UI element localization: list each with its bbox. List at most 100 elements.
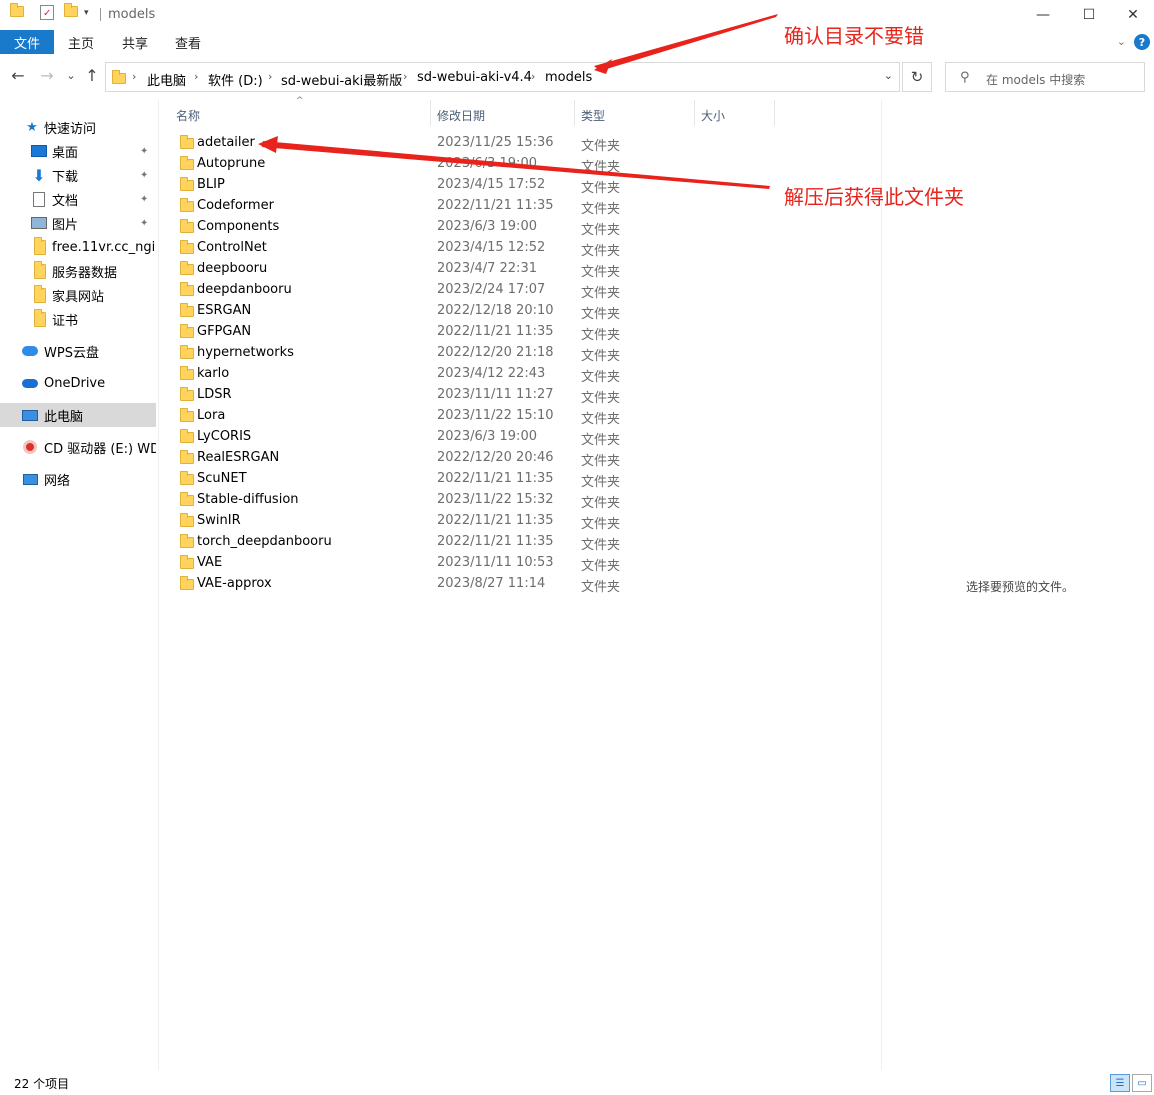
file-name: RealESRGAN (197, 450, 280, 465)
file-name: SwinIR (197, 513, 241, 528)
help-icon[interactable]: ? (1134, 34, 1150, 50)
sidebar-item-documents[interactable]: 文档 ✦ (0, 187, 156, 211)
table-row[interactable]: deepdanbooru 2023/2/24 17:07 文件夹 (170, 280, 870, 301)
title-bar: ✓ ▾ models — ☐ ✕ (0, 0, 1154, 30)
table-row[interactable]: SwinIR 2022/11/21 11:35 文件夹 (170, 511, 870, 532)
maximize-button[interactable]: ☐ (1066, 0, 1112, 30)
tab-home[interactable]: 主页 (68, 30, 94, 54)
breadcrumb-separator[interactable]: › (403, 70, 407, 83)
search-input[interactable]: 在 models 中搜索 (986, 71, 1085, 88)
file-date: 2023/4/12 22:43 (437, 366, 546, 381)
tab-view[interactable]: 查看 (175, 30, 201, 54)
breadcrumb-separator[interactable]: › (194, 70, 198, 83)
file-type: 文件夹 (581, 580, 621, 595)
sidebar-item-downloads[interactable]: ⬇ 下载 ✦ (0, 163, 156, 187)
table-row[interactable]: Autoprune 2023/6/3 19:00 文件夹 (170, 154, 870, 175)
file-name: adetailer (197, 135, 255, 150)
file-name: GFPGAN (197, 324, 252, 339)
tab-file[interactable]: 文件 (0, 30, 54, 54)
column-header-type[interactable]: 类型 (581, 104, 605, 126)
recent-locations-button[interactable]: ⌄ (61, 69, 81, 82)
sidebar-item-folder-server-data[interactable]: 服务器数据 (0, 259, 156, 283)
file-type: 文件夹 (581, 559, 621, 574)
up-button[interactable]: ↑ (82, 66, 102, 85)
sidebar-item-network[interactable]: 网络 (0, 467, 156, 491)
sidebar-item-folder-furniture-site[interactable]: 家具网站 (0, 283, 156, 307)
pin-icon: ✦ (140, 217, 149, 229)
column-header-name[interactable]: 名称 (176, 104, 200, 126)
folder-icon (32, 260, 48, 279)
back-button[interactable]: ← (8, 66, 28, 85)
file-type: 文件夹 (581, 454, 621, 469)
breadcrumb-separator[interactable]: › (132, 70, 136, 83)
preview-divider[interactable] (881, 100, 882, 1070)
table-row[interactable]: RealESRGAN 2022/12/20 20:46 文件夹 (170, 448, 870, 469)
table-row[interactable]: adetailer 2023/11/25 15:36 文件夹 (170, 133, 870, 154)
refresh-button[interactable]: ↻ (902, 62, 932, 92)
forward-button[interactable]: → (37, 66, 57, 85)
file-name: VAE-approx (197, 576, 272, 591)
table-row[interactable]: Lora 2023/11/22 15:10 文件夹 (170, 406, 870, 427)
sidebar-item-onedrive[interactable]: OneDrive (0, 371, 156, 395)
column-divider[interactable] (694, 100, 695, 126)
large-icons-view-button[interactable]: ▭ (1132, 1074, 1152, 1092)
sidebar-item-wps-cloud[interactable]: WPS云盘 (0, 339, 156, 363)
breadcrumb-separator[interactable]: › (268, 70, 272, 83)
table-row[interactable]: GFPGAN 2022/11/21 11:35 文件夹 (170, 322, 870, 343)
sidebar-item-cd-drive[interactable]: CD 驱动器 (E:) WDH (0, 435, 156, 459)
tab-share[interactable]: 共享 (122, 30, 148, 54)
table-row[interactable]: LyCORIS 2023/6/3 19:00 文件夹 (170, 427, 870, 448)
sidebar-item-folder-certificates[interactable]: 证书 (0, 307, 156, 331)
table-row[interactable]: LDSR 2023/11/11 11:27 文件夹 (170, 385, 870, 406)
sidebar-item-label: 网络 (44, 473, 71, 489)
breadcrumb-models[interactable]: models (545, 70, 592, 85)
table-row[interactable]: Codeformer 2022/11/21 11:35 文件夹 (170, 196, 870, 217)
close-button[interactable]: ✕ (1110, 0, 1154, 30)
sidebar-item-pictures[interactable]: 图片 ✦ (0, 211, 156, 235)
pane-divider[interactable] (158, 100, 159, 1070)
details-view-button[interactable]: ☰ (1110, 1074, 1130, 1092)
sidebar-item-this-pc[interactable]: 此电脑 (0, 403, 156, 427)
sidebar-item-folder-nginx[interactable]: free.11vr.cc_nginx (0, 235, 156, 259)
table-row[interactable]: hypernetworks 2022/12/20 21:18 文件夹 (170, 343, 870, 364)
table-row[interactable]: torch_deepdanbooru 2022/11/21 11:35 文件夹 (170, 532, 870, 553)
table-row[interactable]: deepbooru 2023/4/7 22:31 文件夹 (170, 259, 870, 280)
column-divider[interactable] (774, 100, 775, 126)
table-row[interactable]: ControlNet 2023/4/15 12:52 文件夹 (170, 238, 870, 259)
column-divider[interactable] (574, 100, 575, 126)
file-name: torch_deepdanbooru (197, 534, 332, 549)
sidebar-item-desktop[interactable]: 桌面 ✦ (0, 139, 156, 163)
folder-icon (180, 345, 194, 359)
column-divider[interactable] (430, 100, 431, 126)
breadcrumb-sd-webui-aki-latest[interactable]: sd-webui-aki最新版 (281, 70, 402, 89)
sidebar-item-label: 图片 (52, 217, 79, 233)
minimize-button[interactable]: — (1020, 0, 1066, 30)
table-row[interactable]: BLIP 2023/4/15 17:52 文件夹 (170, 175, 870, 196)
properties-icon[interactable]: ✓ (40, 5, 54, 20)
column-header-date[interactable]: 修改日期 (437, 104, 485, 126)
ribbon-expand-icon[interactable]: ⌄ (1117, 35, 1126, 48)
file-type: 文件夹 (581, 433, 621, 448)
breadcrumb-separator[interactable]: › (531, 70, 535, 83)
breadcrumb-drive-d[interactable]: 软件 (D:) (208, 70, 263, 89)
address-dropdown-icon[interactable]: ⌄ (884, 69, 893, 82)
table-row[interactable]: Stable-diffusion 2023/11/22 15:32 文件夹 (170, 490, 870, 511)
breadcrumb-sd-webui-aki-v44[interactable]: sd-webui-aki-v4.4 (417, 70, 532, 85)
table-row[interactable]: VAE-approx 2023/8/27 11:14 文件夹 (170, 574, 870, 595)
table-row[interactable]: ESRGAN 2022/12/18 20:10 文件夹 (170, 301, 870, 322)
folder-icon (180, 240, 194, 254)
table-row[interactable]: Components 2023/6/3 19:00 文件夹 (170, 217, 870, 238)
address-bar[interactable]: › 此电脑 › 软件 (D:) › sd-webui-aki最新版 › sd-w… (105, 62, 900, 92)
file-date: 2023/4/7 22:31 (437, 261, 537, 276)
sidebar-item-quick-access[interactable]: ★ 快速访问 (0, 115, 156, 139)
breadcrumb-this-pc[interactable]: 此电脑 (147, 70, 186, 89)
new-folder-icon[interactable] (64, 3, 78, 17)
quick-access-dropdown-icon[interactable]: ▾ (84, 8, 89, 18)
column-header-size[interactable]: 大小 (701, 104, 725, 126)
folder-icon (180, 135, 194, 149)
table-row[interactable]: ScuNET 2022/11/21 11:35 文件夹 (170, 469, 870, 490)
table-row[interactable]: karlo 2023/4/12 22:43 文件夹 (170, 364, 870, 385)
search-box[interactable]: ⚲ 在 models 中搜索 (945, 62, 1145, 92)
file-name: VAE (197, 555, 223, 570)
table-row[interactable]: VAE 2023/11/11 10:53 文件夹 (170, 553, 870, 574)
